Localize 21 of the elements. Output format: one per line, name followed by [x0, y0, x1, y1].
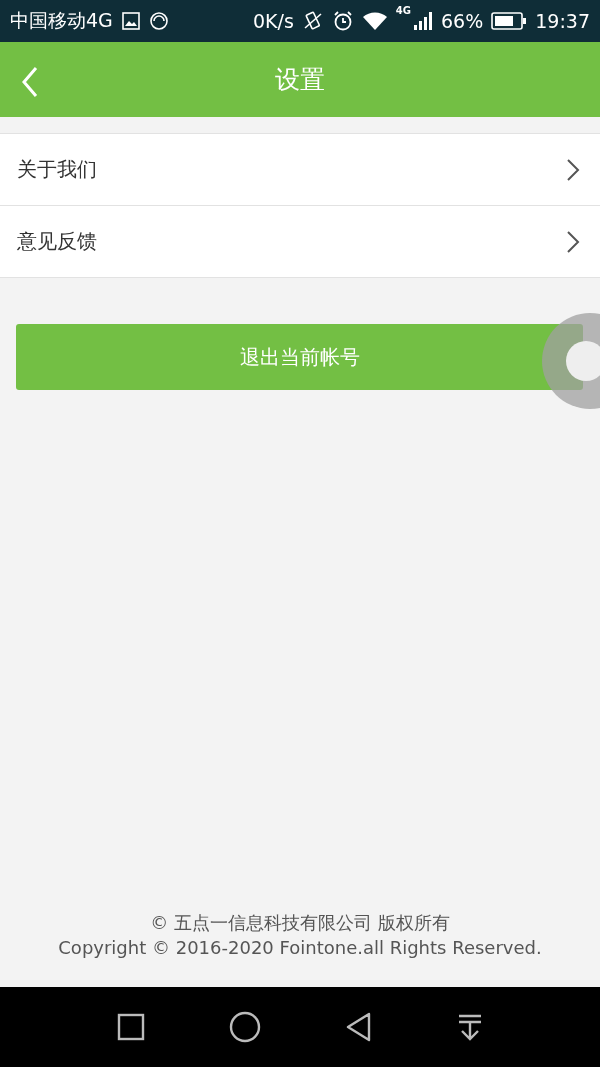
back-triangle-icon[interactable] [345, 1012, 373, 1042]
signal-icon [413, 11, 433, 31]
home-icon[interactable] [229, 1011, 261, 1043]
menu-item[interactable]: 关于我们 [0, 134, 600, 206]
menu-item[interactable]: 意见反馈 [0, 206, 600, 278]
pull-down-icon[interactable] [457, 1013, 483, 1041]
battery-text: 66% [441, 10, 484, 32]
copyright-text: Copyright © 2016-2020 Fointone.all Rights Reserved. [58, 936, 542, 960]
chevron-icon [566, 157, 580, 182]
network-text: 4G [395, 5, 411, 16]
circle-icon [148, 11, 169, 31]
battery-icon [491, 12, 528, 30]
speed-text: 0K/s [252, 10, 294, 32]
square-icon[interactable] [117, 1013, 145, 1041]
time-text: 19:37 [535, 10, 590, 32]
page-title: 设置 [275, 64, 325, 96]
company-text: © 五点一信息科技有限公司 版权所有 [150, 911, 450, 935]
carrier-text: 中国移动4G [10, 8, 113, 33]
wifi-icon [361, 11, 388, 31]
image-icon [120, 11, 141, 31]
chevron-icon [566, 229, 580, 254]
